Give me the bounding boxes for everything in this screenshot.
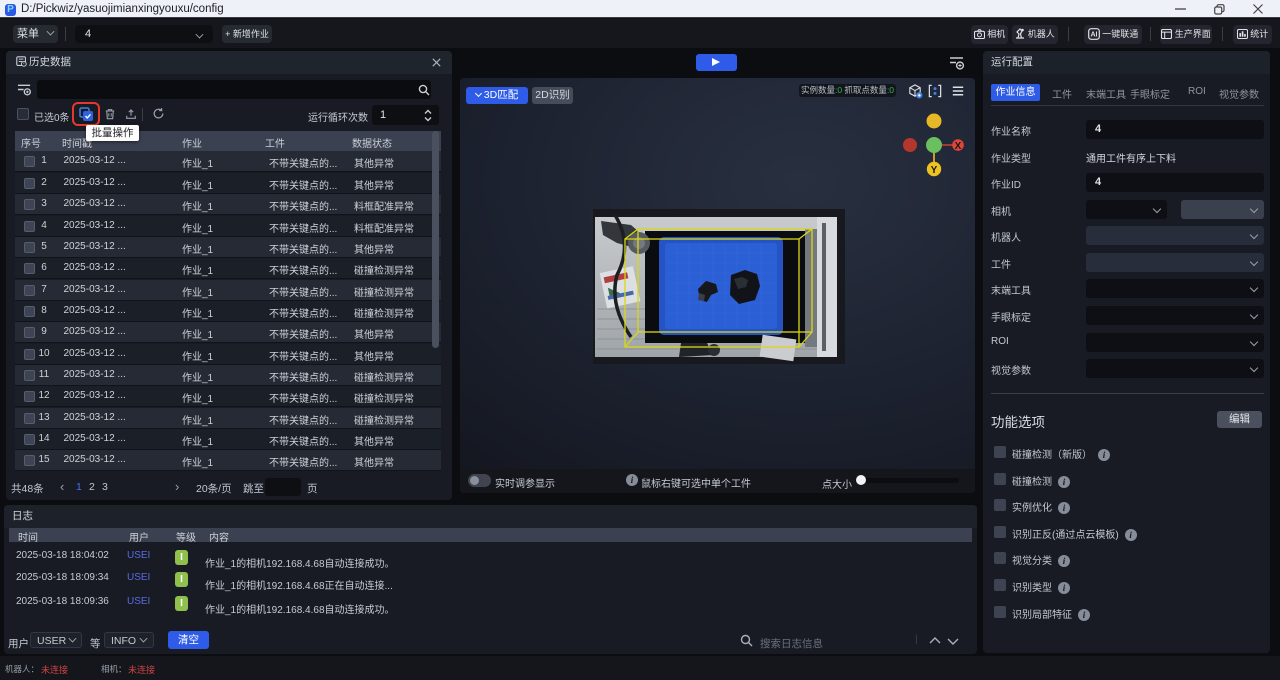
svg-text:Y: Y [931,165,938,176]
svg-text:X: X [955,141,962,152]
svg-text:AI: AI [1090,32,1097,39]
